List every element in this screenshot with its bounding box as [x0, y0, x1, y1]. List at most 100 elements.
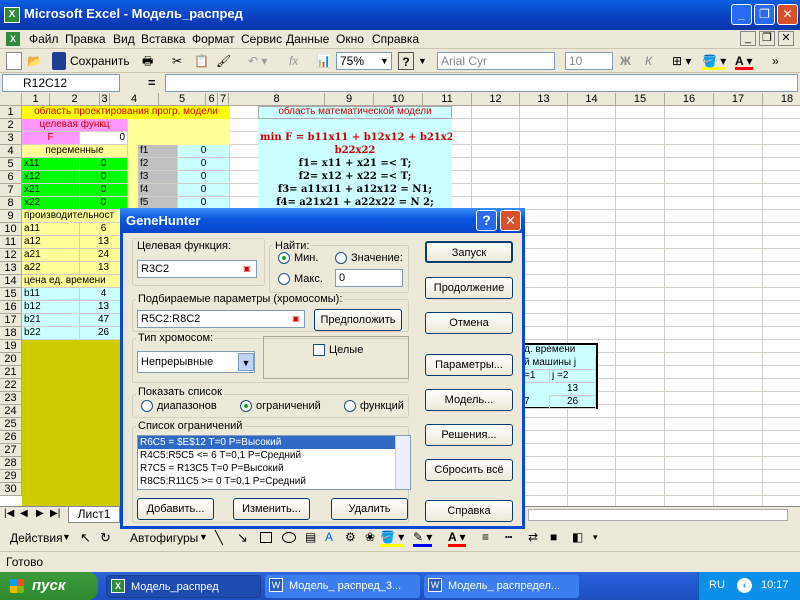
row-header[interactable]: 10 — [0, 223, 22, 236]
task-model-raspredel[interactable]: W Модель_ распредел... — [424, 575, 579, 598]
row-header[interactable]: 27 — [0, 444, 22, 457]
menu-data[interactable]: Данные — [286, 32, 329, 46]
target-field[interactable]: R3C2 — [137, 260, 257, 278]
menu-format[interactable]: Формат — [192, 32, 235, 46]
column-header[interactable]: 14 — [568, 93, 616, 106]
doc-close-button[interactable]: ✕ — [778, 31, 794, 46]
row-header[interactable]: 6 — [0, 171, 22, 184]
maximize-button[interactable]: ❐ — [754, 4, 775, 25]
new-icon[interactable] — [6, 52, 22, 70]
column-header[interactable]: 11 — [423, 93, 472, 106]
3d-icon[interactable]: ◧ — [572, 530, 583, 544]
italic-button[interactable]: К — [645, 52, 652, 70]
arrow-style-icon[interactable]: ⇄ — [528, 530, 538, 544]
paste-icon[interactable]: 📋 — [194, 52, 209, 70]
rectangle-icon[interactable] — [260, 532, 272, 543]
reset-all-button[interactable]: Сбросить всё — [425, 459, 513, 481]
print-icon[interactable]: 🖶 — [142, 52, 153, 70]
list-item[interactable]: R4C5:R5C5 <= 6 T=0,1 P=Средний — [138, 449, 410, 462]
row-header[interactable]: 20 — [0, 353, 22, 366]
textbox-icon[interactable]: ▤ — [305, 530, 316, 544]
menu-edit[interactable]: Правка — [65, 32, 106, 46]
autoshapes-dropdown-icon[interactable]: ▼ — [199, 532, 208, 542]
borders-icon[interactable]: ⊞ ▾ — [672, 52, 691, 70]
row-header[interactable]: 3 — [0, 132, 22, 145]
variable-value[interactable]: 0 — [80, 184, 128, 197]
row-header[interactable]: 11 — [0, 236, 22, 249]
row-header[interactable]: 19 — [0, 340, 22, 353]
row-header[interactable]: 15 — [0, 288, 22, 301]
change-button[interactable]: Изменить... — [233, 498, 310, 520]
task-model-raspred[interactable]: X Модель_распред — [106, 575, 261, 598]
column-header[interactable]: 10 — [374, 93, 423, 106]
parameters-button[interactable]: Параметры... — [425, 354, 513, 376]
font-name-select[interactable]: Arial Cyr — [437, 52, 555, 70]
column-header[interactable]: 18 — [763, 93, 800, 106]
guess-button[interactable]: Предположить — [314, 309, 402, 331]
column-header[interactable]: 4 — [110, 93, 159, 106]
tray-arrow-icon[interactable]: ‹ — [737, 578, 752, 593]
cut-icon[interactable]: ✂ — [172, 52, 182, 70]
oval-icon[interactable] — [282, 532, 296, 543]
run-button[interactable]: Запуск — [425, 241, 513, 263]
save-icon[interactable] — [52, 52, 66, 70]
language-indicator[interactable]: RU — [709, 579, 725, 591]
row-header[interactable]: 23 — [0, 392, 22, 405]
row-header[interactable]: 9 — [0, 210, 22, 223]
row-header[interactable]: 7 — [0, 184, 22, 197]
row-header[interactable]: 14 — [0, 275, 22, 288]
column-header[interactable]: 3 — [100, 93, 110, 106]
dash-style-icon[interactable]: ┅ — [505, 530, 512, 544]
select-pointer-icon[interactable]: ↖ — [80, 530, 91, 546]
row-header[interactable]: 5 — [0, 158, 22, 171]
cell-F-value[interactable]: 0 — [80, 132, 128, 145]
rotate-icon[interactable]: ↻ — [100, 530, 111, 546]
tab-last-icon[interactable]: ▶| — [50, 508, 60, 519]
constraint-f-value[interactable]: 0 — [178, 145, 230, 158]
continue-button[interactable]: Продолжение — [425, 277, 513, 299]
show-constraints-radio[interactable] — [240, 400, 252, 412]
open-icon[interactable]: 📂 — [27, 52, 45, 70]
constraints-list[interactable]: R6C5 = $E$12 T=0 P=Высокий R4C5:R5C5 <= … — [137, 435, 411, 490]
row-header[interactable]: 30 — [0, 483, 22, 496]
drawbar-options-icon[interactable]: ▾ — [593, 532, 598, 543]
cancel-button[interactable]: Отмена — [425, 312, 513, 334]
menu-view[interactable]: Вид — [113, 32, 135, 46]
column-header[interactable]: 6 — [206, 93, 218, 106]
start-button[interactable]: пуск — [0, 572, 98, 600]
row-header[interactable]: 1 — [0, 106, 22, 119]
column-header[interactable]: 15 — [616, 93, 665, 106]
font-color-icon[interactable]: A ▾ — [735, 52, 753, 70]
menu-help[interactable]: Справка — [372, 32, 419, 46]
column-header[interactable]: 12 — [472, 93, 520, 106]
dialog-close-button[interactable]: ✕ — [500, 210, 521, 231]
column-header[interactable]: 16 — [665, 93, 714, 106]
rt-value-7[interactable]: 7 — [522, 396, 550, 409]
line-style-icon[interactable]: ≡ — [482, 530, 489, 544]
menu-window[interactable]: Окно — [336, 32, 364, 46]
horizontal-scrollbar[interactable] — [528, 509, 788, 521]
row-header[interactable]: 16 — [0, 301, 22, 314]
list-item[interactable]: R8C5:R11C5 >= 0 T=0,1 P=Средний — [138, 475, 410, 488]
row-header[interactable]: 24 — [0, 405, 22, 418]
constraint-f-value[interactable]: 0 — [178, 171, 230, 184]
show-functions-radio[interactable] — [344, 400, 356, 412]
column-header[interactable]: 1 — [22, 93, 50, 106]
minimize-button[interactable]: _ — [731, 4, 752, 25]
tab-first-icon[interactable]: |◀ — [4, 508, 14, 519]
diagram-icon[interactable]: ⚙ — [345, 530, 356, 544]
chevron-down-icon[interactable]: ▼ — [238, 353, 254, 371]
shadow-icon[interactable]: ■ — [550, 530, 557, 544]
solutions-button[interactable]: Решения... — [425, 424, 513, 446]
font-size-select[interactable]: 10 — [565, 52, 613, 70]
value-radio[interactable] — [335, 252, 347, 264]
delete-button[interactable]: Удалить — [331, 498, 408, 520]
help-dropdown-icon[interactable]: ▼ — [418, 52, 427, 70]
row-header[interactable]: 26 — [0, 431, 22, 444]
tab-next-icon[interactable]: ▶ — [36, 508, 44, 519]
row-header[interactable]: 8 — [0, 197, 22, 210]
show-ranges-radio[interactable] — [141, 400, 153, 412]
doc-restore-button[interactable]: ❐ — [759, 31, 775, 46]
add-button[interactable]: Добавить... — [137, 498, 214, 520]
rt-value-26[interactable]: 26 — [550, 396, 596, 409]
